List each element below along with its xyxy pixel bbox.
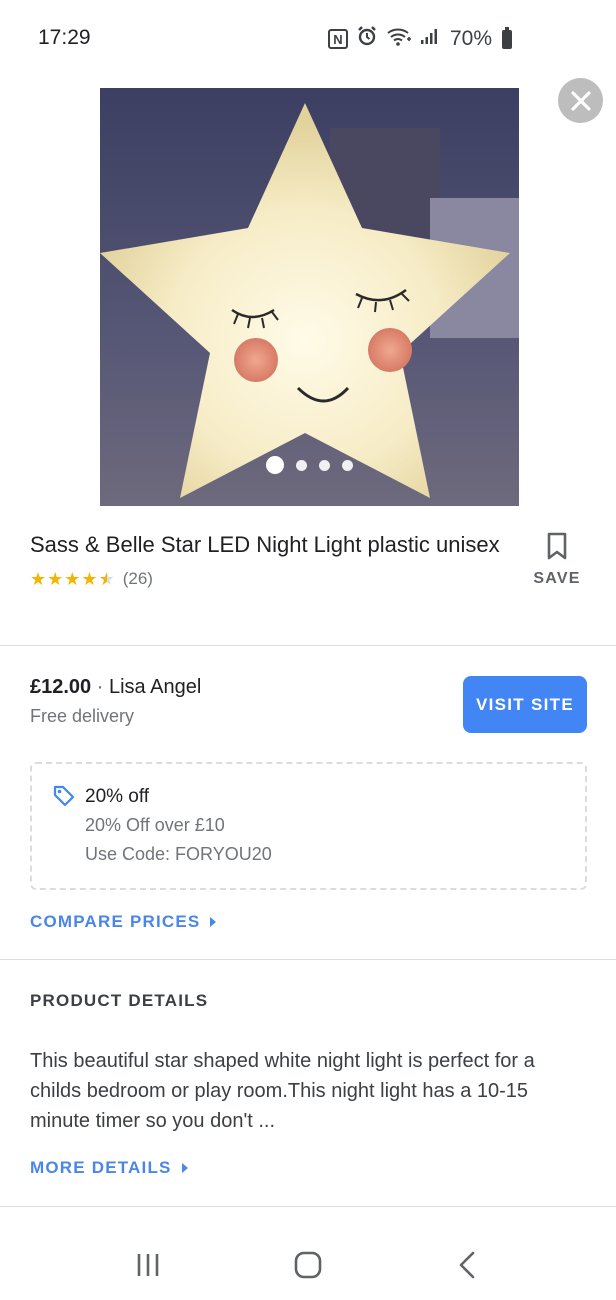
recents-icon bbox=[137, 1254, 159, 1276]
product-details-heading: PRODUCT DETAILS bbox=[30, 991, 209, 1010]
half-star-icon: ★ bbox=[98, 569, 115, 589]
caret-right-icon bbox=[181, 1163, 188, 1173]
alarm-icon bbox=[356, 25, 378, 53]
nfc-icon: N bbox=[328, 29, 348, 49]
status-bar: 17:29 N 70% bbox=[0, 0, 616, 78]
save-button[interactable]: SAVE bbox=[526, 532, 588, 588]
divider bbox=[0, 959, 616, 960]
promo-offer: 20% off 20% Off over £10 Use Code: FORYO… bbox=[30, 762, 587, 890]
battery-icon bbox=[502, 26, 513, 49]
product-image[interactable] bbox=[100, 88, 519, 506]
product-description: This beautiful star shaped white night l… bbox=[30, 1050, 535, 1132]
star-lamp-illustration bbox=[100, 88, 519, 506]
promo-code: Use Code: FORYOU20 bbox=[85, 844, 272, 864]
close-button[interactable] bbox=[558, 78, 603, 123]
pager-dot-1[interactable] bbox=[266, 456, 284, 474]
product-header: Sass & Belle Star LED Night Light plasti… bbox=[30, 530, 500, 589]
status-icons: N 70% bbox=[328, 24, 513, 54]
close-icon bbox=[570, 90, 591, 111]
star-icon: ★ bbox=[30, 569, 47, 589]
compare-prices-label: COMPARE PRICES bbox=[30, 912, 201, 931]
price: £12.00 bbox=[30, 676, 92, 698]
seller-name: Lisa Angel bbox=[108, 676, 202, 698]
promo-title: 20% off bbox=[85, 786, 150, 807]
promo-detail: 20% Off over £10 bbox=[85, 815, 225, 835]
star-rating: ★ ★ ★ ★ ★ bbox=[30, 570, 115, 588]
review-count: (26) bbox=[122, 569, 153, 588]
star-icon: ★ bbox=[47, 569, 64, 589]
signal-icon bbox=[420, 27, 438, 51]
recents-button[interactable] bbox=[128, 1248, 168, 1282]
bookmark-icon bbox=[547, 532, 567, 560]
visit-site-button[interactable]: VISIT SITE bbox=[463, 676, 587, 733]
pager-dot-3[interactable] bbox=[319, 459, 330, 471]
separator: · bbox=[96, 676, 104, 698]
divider bbox=[0, 645, 616, 646]
rating-row[interactable]: ★ ★ ★ ★ ★ (26) bbox=[30, 569, 500, 589]
more-details-label: MORE DETAILS bbox=[30, 1158, 172, 1177]
more-details-link[interactable]: MORE DETAILS bbox=[30, 1158, 188, 1178]
image-pager bbox=[100, 456, 519, 474]
price-seller-line: £12.00 · Lisa Angel bbox=[30, 676, 201, 699]
home-icon bbox=[294, 1251, 322, 1279]
compare-prices-link[interactable]: COMPARE PRICES bbox=[30, 912, 217, 932]
battery-percent: 70% bbox=[450, 27, 493, 50]
home-button[interactable] bbox=[288, 1248, 328, 1282]
star-icon: ★ bbox=[64, 569, 81, 589]
system-nav-bar bbox=[0, 1230, 616, 1300]
save-label: SAVE bbox=[533, 570, 581, 587]
tag-icon bbox=[52, 784, 76, 813]
pager-dot-4[interactable] bbox=[342, 459, 353, 471]
caret-right-icon bbox=[210, 917, 217, 927]
back-icon bbox=[459, 1251, 475, 1279]
product-title: Sass & Belle Star LED Night Light plasti… bbox=[30, 532, 500, 557]
delivery-info: Free delivery bbox=[30, 706, 135, 726]
back-button[interactable] bbox=[448, 1248, 488, 1282]
pager-dot-2[interactable] bbox=[296, 459, 307, 471]
divider bbox=[0, 1206, 616, 1207]
status-time: 17:29 bbox=[38, 26, 91, 49]
star-icon: ★ bbox=[81, 569, 98, 589]
wifi-icon bbox=[386, 26, 412, 52]
